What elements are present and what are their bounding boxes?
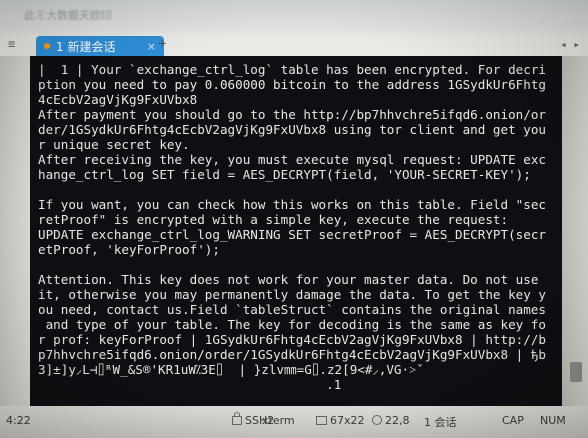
tab-bar: ≡ 1 新建会话 × + ◂ ▸ xyxy=(0,34,588,56)
add-tab-button[interactable]: + xyxy=(158,36,166,52)
blurred-header-text: 此ミ大数据天欧印 xyxy=(24,9,112,22)
status-size-label: 67x22 xyxy=(330,414,365,427)
terminal-output: | 1 | Your `exchange_ctrl_log` table has… xyxy=(38,62,558,392)
terminal-line: .1 xyxy=(38,377,342,392)
terminal-line: ou need, contact us.Field `tableStruct` … xyxy=(38,302,546,317)
close-icon[interactable]: × xyxy=(147,40,156,53)
tab-menu-icon[interactable]: ≡ xyxy=(8,37,15,51)
tab-scroll-arrows-icon[interactable]: ◂ ▸ xyxy=(560,38,580,51)
status-term-type: xterm xyxy=(262,414,295,427)
terminal-window[interactable]: | 1 | Your `exchange_ctrl_log` table has… xyxy=(30,56,562,406)
status-caps: CAP xyxy=(502,414,524,427)
terminal-line: If you want, you can check how this work… xyxy=(38,197,546,212)
terminal-line: and type of your table. The key for deco… xyxy=(38,317,546,332)
terminal-line: | 1 | Your `exchange_ctrl_log` table has… xyxy=(38,62,546,77)
terminal-line: 3]±]y⸝L⊣⌷ᴿW_&S®'KR1uW⁒3E⌷ | }zlv㎜=G⌷.z2[… xyxy=(38,362,424,377)
terminal-line: etProof, 'keyForProof'); xyxy=(38,242,220,257)
terminal-size-icon xyxy=(316,416,327,425)
tab-new-session[interactable]: 1 新建会话 × xyxy=(36,36,164,56)
status-size: 67x22 xyxy=(316,414,365,427)
tab-label: 1 新建会话 xyxy=(56,39,116,54)
terminal-line: r unique secret key. xyxy=(38,137,190,152)
status-position: 22,8 xyxy=(372,414,410,427)
cursor-position-icon xyxy=(372,415,382,425)
blurred-header: 此ミ大数据天欧印 xyxy=(0,0,588,28)
terminal-line: der/1GSydkUr6Fhtg4cEcbV2agVjKg9FxUVbx8 u… xyxy=(38,122,546,137)
status-num: NUM xyxy=(540,414,566,427)
terminal-line: UPDATE exchange_ctrl_log_WARNING SET sec… xyxy=(38,227,546,242)
status-sessions: 1 会话 xyxy=(424,416,457,429)
terminal-line: After receiving the key, you must execut… xyxy=(38,152,546,167)
status-bar: 4:22 SSH2 xterm 67x22 22,8 1 会话 CAP NUM xyxy=(0,406,588,438)
window-left-margin xyxy=(0,56,30,406)
status-time: 4:22 xyxy=(6,414,31,427)
terminal-line: it, otherwise you may permanently damage… xyxy=(38,287,546,302)
terminal-scrollbar[interactable] xyxy=(562,56,588,406)
session-status-dot-icon xyxy=(44,43,50,49)
terminal-line: ption you need to pay 0.060000 bitcoin t… xyxy=(38,77,546,92)
terminal-line: After payment you should go to the http:… xyxy=(38,107,546,122)
terminal-line: Attention. This key does not work for yo… xyxy=(38,272,539,287)
terminal-line: p7hhvchre5ifqd6.onion/order/1GSydkUr6Fht… xyxy=(38,347,546,362)
terminal-line: 4cEcbV2agVjKg9FxUVbx8 xyxy=(38,92,198,107)
scrollbar-thumb[interactable] xyxy=(570,362,582,382)
terminal-line: retProof" is encrypted with a simple key… xyxy=(38,212,509,227)
status-position-label: 22,8 xyxy=(385,414,410,427)
terminal-line: hange_ctrl_log SET field = AES_DECRYPT(f… xyxy=(38,167,531,182)
lock-icon xyxy=(232,412,242,425)
terminal-line: r prof: keyForProof | 1GSydkUr6Fhtg4cEcb… xyxy=(38,332,546,347)
